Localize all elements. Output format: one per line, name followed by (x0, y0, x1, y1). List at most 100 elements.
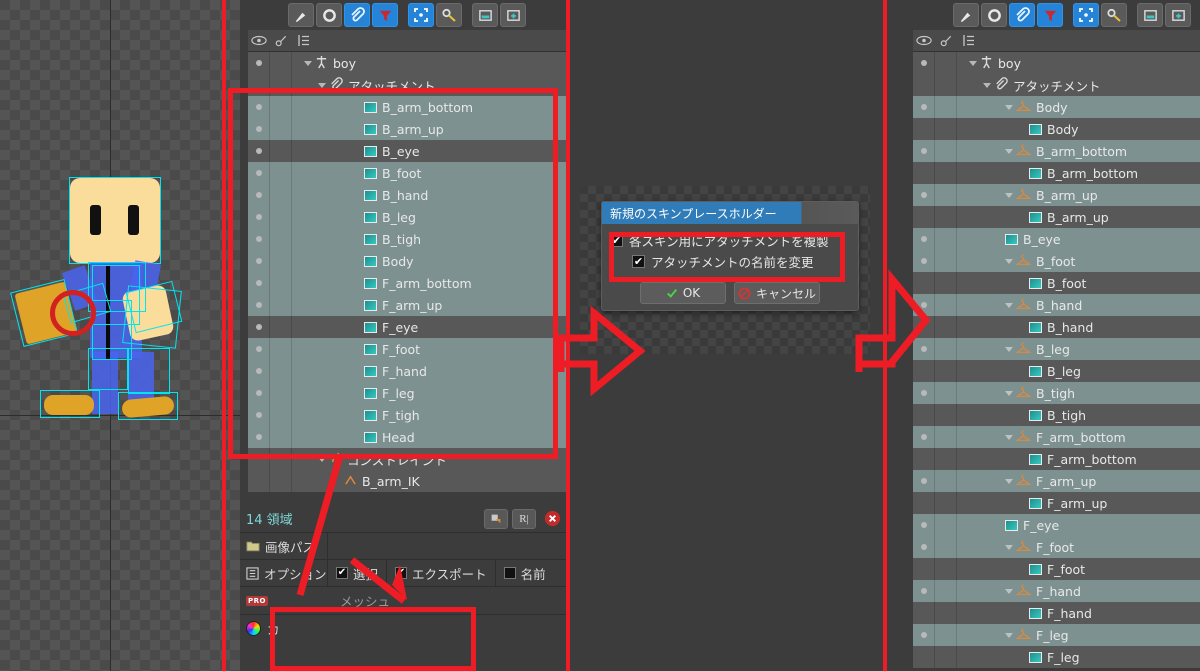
visibility-dot[interactable] (255, 412, 262, 418)
visibility-dot[interactable] (920, 60, 927, 66)
list-icon[interactable] (957, 30, 981, 52)
visibility-cell[interactable] (913, 470, 935, 492)
lock-cell[interactable] (935, 514, 957, 536)
visibility-cell[interactable] (913, 96, 935, 118)
visibility-dot[interactable] (255, 280, 262, 286)
visibility-cell[interactable] (248, 96, 270, 118)
chevron-down-icon[interactable] (1005, 544, 1013, 550)
visibility-cell[interactable] (248, 360, 270, 382)
lock-cell[interactable] (270, 74, 292, 96)
visibility-cell[interactable] (913, 426, 935, 448)
visibility-cell[interactable] (913, 74, 935, 96)
lock-cell[interactable] (270, 360, 292, 382)
visibility-dot[interactable] (255, 60, 262, 66)
name-checkbox-box[interactable] (503, 567, 516, 579)
visibility-dot[interactable] (920, 478, 927, 484)
lock-cell[interactable] (270, 272, 292, 294)
chevron-down-icon[interactable] (1005, 148, 1013, 154)
visibility-dot[interactable] (255, 214, 262, 220)
export-checkbox-box[interactable]: ✔ (395, 567, 408, 579)
lock-cell[interactable] (270, 184, 292, 206)
duplicate-checkbox[interactable]: ✔ (610, 234, 623, 247)
visibility-cell[interactable] (913, 140, 935, 162)
visibility-cell[interactable] (913, 316, 935, 338)
tree-row-skin-placeholder[interactable]: F_arm_bottom (913, 426, 1200, 448)
tree-row-skin-placeholder[interactable]: Body (913, 96, 1200, 118)
visibility-cell[interactable] (248, 404, 270, 426)
lock-cell[interactable] (270, 382, 292, 404)
tool-key[interactable] (1101, 3, 1127, 27)
tree-row-attachment[interactable]: B_hand (913, 316, 1200, 338)
visibility-cell[interactable] (248, 184, 270, 206)
visibility-dot[interactable] (255, 302, 262, 308)
lock-cell[interactable] (935, 580, 957, 602)
tool-add-layer[interactable] (1165, 3, 1191, 27)
tool-brush[interactable] (288, 3, 314, 27)
chevron-down-icon[interactable] (1005, 192, 1013, 198)
list-icon[interactable] (292, 30, 316, 52)
chevron-down-icon[interactable] (969, 60, 977, 66)
checkbox-name[interactable]: 名前 (496, 560, 554, 586)
tree-row-constraints[interactable]: コンストレイント (248, 448, 570, 470)
checkbox-export[interactable]: ✔ エクスポート (387, 560, 496, 586)
tree-row-attachment[interactable]: F_arm_up (913, 492, 1200, 514)
cancel-button[interactable]: キャンセル (734, 282, 820, 304)
visibility-cell[interactable] (913, 118, 935, 140)
tree-row-skin-placeholder[interactable]: B_leg (913, 338, 1200, 360)
tree-row-skin-placeholder[interactable]: F_arm_up (913, 470, 1200, 492)
tree-row-attachment[interactable]: F_tigh (248, 404, 570, 426)
tree-row-skin-placeholder[interactable]: F_foot (913, 536, 1200, 558)
visibility-dot[interactable] (255, 346, 262, 352)
color-row[interactable]: カ (240, 614, 570, 641)
chevron-down-icon[interactable] (1005, 302, 1013, 308)
tree-row-attachment[interactable]: F_eye (248, 316, 570, 338)
visibility-cell[interactable] (248, 448, 270, 470)
tree-row-attachment[interactable]: B_eye (248, 140, 570, 162)
visibility-cell[interactable] (248, 338, 270, 360)
lock-cell[interactable] (935, 74, 957, 96)
chevron-down-icon[interactable] (1005, 632, 1013, 638)
lock-cell[interactable] (935, 470, 957, 492)
visibility-cell[interactable] (913, 382, 935, 404)
lock-cell[interactable] (935, 404, 957, 426)
visibility-dot[interactable] (920, 434, 927, 440)
tree-row-attachment[interactable]: F_foot (913, 558, 1200, 580)
chevron-down-icon[interactable] (1005, 478, 1013, 484)
lock-cell[interactable] (935, 118, 957, 140)
tree-row-skin-placeholder[interactable]: B_foot (913, 250, 1200, 272)
tree-row-attachment[interactable]: B_arm_bottom (248, 96, 570, 118)
visibility-cell[interactable] (913, 404, 935, 426)
chevron-down-icon[interactable] (318, 82, 326, 88)
tree-row-attachment[interactable]: F_foot (248, 338, 570, 360)
visibility-dot[interactable] (255, 390, 262, 396)
lock-cell[interactable] (270, 404, 292, 426)
tree-row-attachment[interactable]: B_arm_up (248, 118, 570, 140)
tree-row-skin-placeholder[interactable]: B_tigh (913, 382, 1200, 404)
lock-cell[interactable] (935, 492, 957, 514)
tree-row-attachments[interactable]: アタッチメント (248, 74, 570, 96)
tree-row-ik[interactable]: B_arm_IK (248, 470, 570, 492)
tool-remove-layer[interactable] (1137, 3, 1163, 27)
visibility-dot[interactable] (920, 390, 927, 396)
visibility-cell[interactable] (913, 52, 935, 74)
visibility-cell[interactable] (248, 228, 270, 250)
tree-row-skin-placeholder[interactable]: B_arm_up (913, 184, 1200, 206)
visibility-cell[interactable] (248, 382, 270, 404)
tree-row-attachment[interactable]: B_hand (248, 184, 570, 206)
tree-row-skin-placeholder[interactable]: F_hand (913, 580, 1200, 602)
visibility-cell[interactable] (913, 558, 935, 580)
tree-row-attachment[interactable]: Head (248, 426, 570, 448)
dialog-option-duplicate[interactable]: ✔ 各スキン用にアタッチメントを複製 (610, 230, 850, 251)
tree-row-attachment[interactable]: F_arm_bottom (248, 272, 570, 294)
lock-cell[interactable] (270, 162, 292, 184)
visibility-cell[interactable] (913, 294, 935, 316)
chevron-down-icon[interactable] (1005, 434, 1013, 440)
visibility-cell[interactable] (913, 162, 935, 184)
visibility-cell[interactable] (913, 338, 935, 360)
select-checkbox-box[interactable]: ✔ (336, 567, 348, 579)
visibility-dot[interactable] (920, 258, 927, 264)
visibility-cell[interactable] (913, 228, 935, 250)
visibility-cell[interactable] (248, 316, 270, 338)
right-tree[interactable]: boy アタッチメント Body Body B_arm_bottom B_arm_bott… (913, 52, 1200, 671)
property-row-options[interactable]: オプション ✔ 選択 ✔ エクスポート 名前 (240, 560, 570, 587)
